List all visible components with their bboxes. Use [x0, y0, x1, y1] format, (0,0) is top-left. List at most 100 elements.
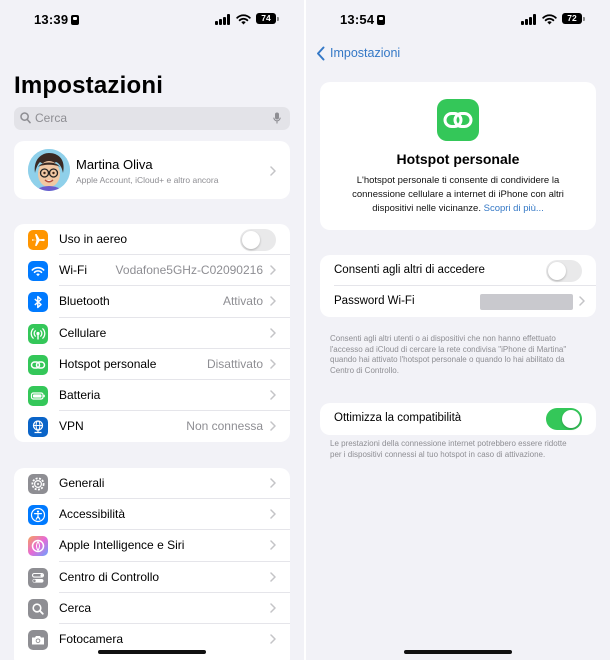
row-label: Cellulare	[59, 325, 107, 340]
chevron-right-icon	[270, 265, 276, 275]
row-personal-hotspot[interactable]: Hotspot personale Disattivato	[14, 349, 290, 380]
hotspot-screen: 13:54 72 Impostazioni Hotspot personale …	[306, 0, 610, 660]
chevron-right-icon	[270, 634, 276, 644]
control-center-icon	[28, 567, 48, 588]
settings-screen: 13:39 74 Impostazioni Cerca Martina Oliv…	[0, 0, 304, 660]
row-apple-intelligence-siri[interactable]: Apple Intelligence e Siri	[14, 530, 290, 562]
id-card-icon	[377, 15, 386, 25]
profile-name: Martina Oliva	[76, 157, 153, 172]
row-label: Apple Intelligence e Siri	[59, 538, 185, 553]
microphone-icon[interactable]	[273, 112, 281, 125]
airplane-icon	[28, 230, 48, 250]
compatibility-group: Ottimizza la compatibilità	[320, 403, 596, 435]
vpn-icon	[28, 417, 48, 438]
vpn-value: Non connessa	[186, 419, 263, 434]
row-label: Bluetooth	[59, 294, 110, 309]
chevron-right-icon	[270, 603, 276, 613]
accessibility-icon	[28, 505, 48, 526]
compatibility-toggle[interactable]	[546, 408, 582, 430]
bluetooth-icon	[28, 292, 48, 313]
row-label: Ottimizza la compatibilità	[334, 412, 462, 424]
chevron-right-icon	[270, 509, 276, 519]
battery-icon	[28, 385, 48, 406]
chevron-right-icon	[270, 359, 276, 369]
camera-icon	[28, 629, 48, 650]
chevron-right-icon	[270, 390, 276, 400]
status-time: 13:39	[34, 12, 80, 27]
chevron-right-icon	[270, 296, 276, 307]
row-bluetooth[interactable]: Bluetooth Attivato	[14, 286, 290, 318]
row-wifi-password[interactable]: Password Wi-Fi	[320, 286, 596, 317]
search-icon	[20, 112, 31, 124]
row-airplane-mode[interactable]: Uso in aereo	[14, 224, 290, 256]
chevron-right-icon	[270, 571, 276, 582]
row-allow-others: Consenti agli altri di accedere	[320, 255, 596, 286]
row-cellular[interactable]: Cellulare	[14, 318, 290, 349]
hotspot-title: Hotspot personale	[396, 151, 520, 167]
airplane-mode-toggle[interactable]	[240, 229, 276, 251]
row-label: Generali	[59, 476, 105, 490]
battery-status-icon: 72	[562, 13, 585, 24]
search-field[interactable]: Cerca	[14, 107, 290, 130]
status-time: 13:54	[340, 12, 386, 27]
gear-icon	[28, 474, 48, 494]
wifi-network-value: Vodafone5GHz-C02090216	[115, 263, 263, 278]
row-accessibility[interactable]: Accessibilità	[14, 499, 290, 531]
row-label: VPN	[59, 419, 84, 434]
status-time-text: 13:39	[34, 12, 69, 27]
allow-others-toggle[interactable]	[546, 260, 582, 282]
back-button[interactable]: Impostazioni	[330, 46, 400, 60]
bluetooth-value: Attivato	[222, 294, 263, 309]
chevron-right-icon	[270, 478, 276, 488]
hotspot-description: L'hotspot personale ti consente di condi…	[338, 174, 578, 216]
home-indicator[interactable]	[404, 650, 512, 654]
row-label: Fotocamera	[59, 631, 124, 646]
status-time-text: 13:54	[340, 12, 375, 27]
row-label: Batteria	[59, 387, 101, 402]
row-vpn[interactable]: VPN Non connessa	[14, 411, 290, 442]
status-bar: 13:39 74	[0, 10, 304, 30]
allow-others-footnote: Consenti agli altri utenti o ai disposit…	[330, 334, 567, 375]
row-label: Uso in aereo	[59, 232, 128, 246]
wifi-icon	[28, 261, 48, 282]
general-group: Generali Accessibilità Apple Intelligenc…	[14, 468, 290, 660]
row-label: Cerca	[59, 600, 92, 615]
page-title: Impostazioni	[14, 72, 164, 99]
chevron-right-icon	[270, 327, 276, 338]
row-search[interactable]: Cerca	[14, 593, 290, 624]
profile-subtitle: Apple Account, iCloud+ e altro ancora	[76, 175, 219, 185]
row-general[interactable]: Generali	[14, 468, 290, 500]
row-battery[interactable]: Batteria	[14, 380, 290, 412]
id-card-icon	[71, 15, 80, 25]
learn-more-link[interactable]: Scopri di più...	[484, 203, 544, 214]
signal-icon	[521, 14, 537, 25]
siri-icon	[28, 536, 48, 557]
password-redacted	[480, 294, 573, 310]
cellular-icon	[28, 323, 48, 344]
memoji-icon	[28, 149, 70, 191]
avatar	[28, 149, 70, 191]
chevron-right-icon	[270, 540, 276, 551]
row-label: Password Wi-Fi	[334, 295, 415, 307]
row-label: Accessibilità	[59, 507, 126, 522]
profile-card[interactable]: Martina Oliva Apple Account, iCloud+ e a…	[14, 141, 290, 199]
chevron-right-icon	[579, 296, 585, 306]
hotspot-icon	[437, 99, 479, 141]
hotspot-settings-group: Consenti agli altri di accedere Password…	[320, 255, 596, 317]
chevron-right-icon	[270, 421, 276, 431]
connectivity-group: Uso in aereo Wi-Fi Vodafone5GHz-C0209021…	[14, 224, 290, 442]
home-indicator[interactable]	[98, 650, 206, 654]
row-label: Hotspot personale	[59, 356, 157, 371]
back-chevron-icon[interactable]	[316, 46, 325, 61]
hotspot-icon	[28, 354, 48, 375]
hotspot-info-card: Hotspot personale L'hotspot personale ti…	[320, 82, 596, 230]
status-bar: 13:54 72	[306, 10, 610, 30]
battery-status-icon: 74	[256, 13, 279, 24]
signal-icon	[215, 14, 231, 25]
row-label: Wi-Fi	[59, 263, 87, 278]
wifi-status-icon	[236, 14, 251, 25]
search-placeholder: Cerca	[35, 111, 68, 125]
hotspot-value: Disattivato	[206, 356, 263, 371]
row-wifi[interactable]: Wi-Fi Vodafone5GHz-C02090216	[14, 255, 290, 287]
row-control-center[interactable]: Centro di Controllo	[14, 562, 290, 593]
